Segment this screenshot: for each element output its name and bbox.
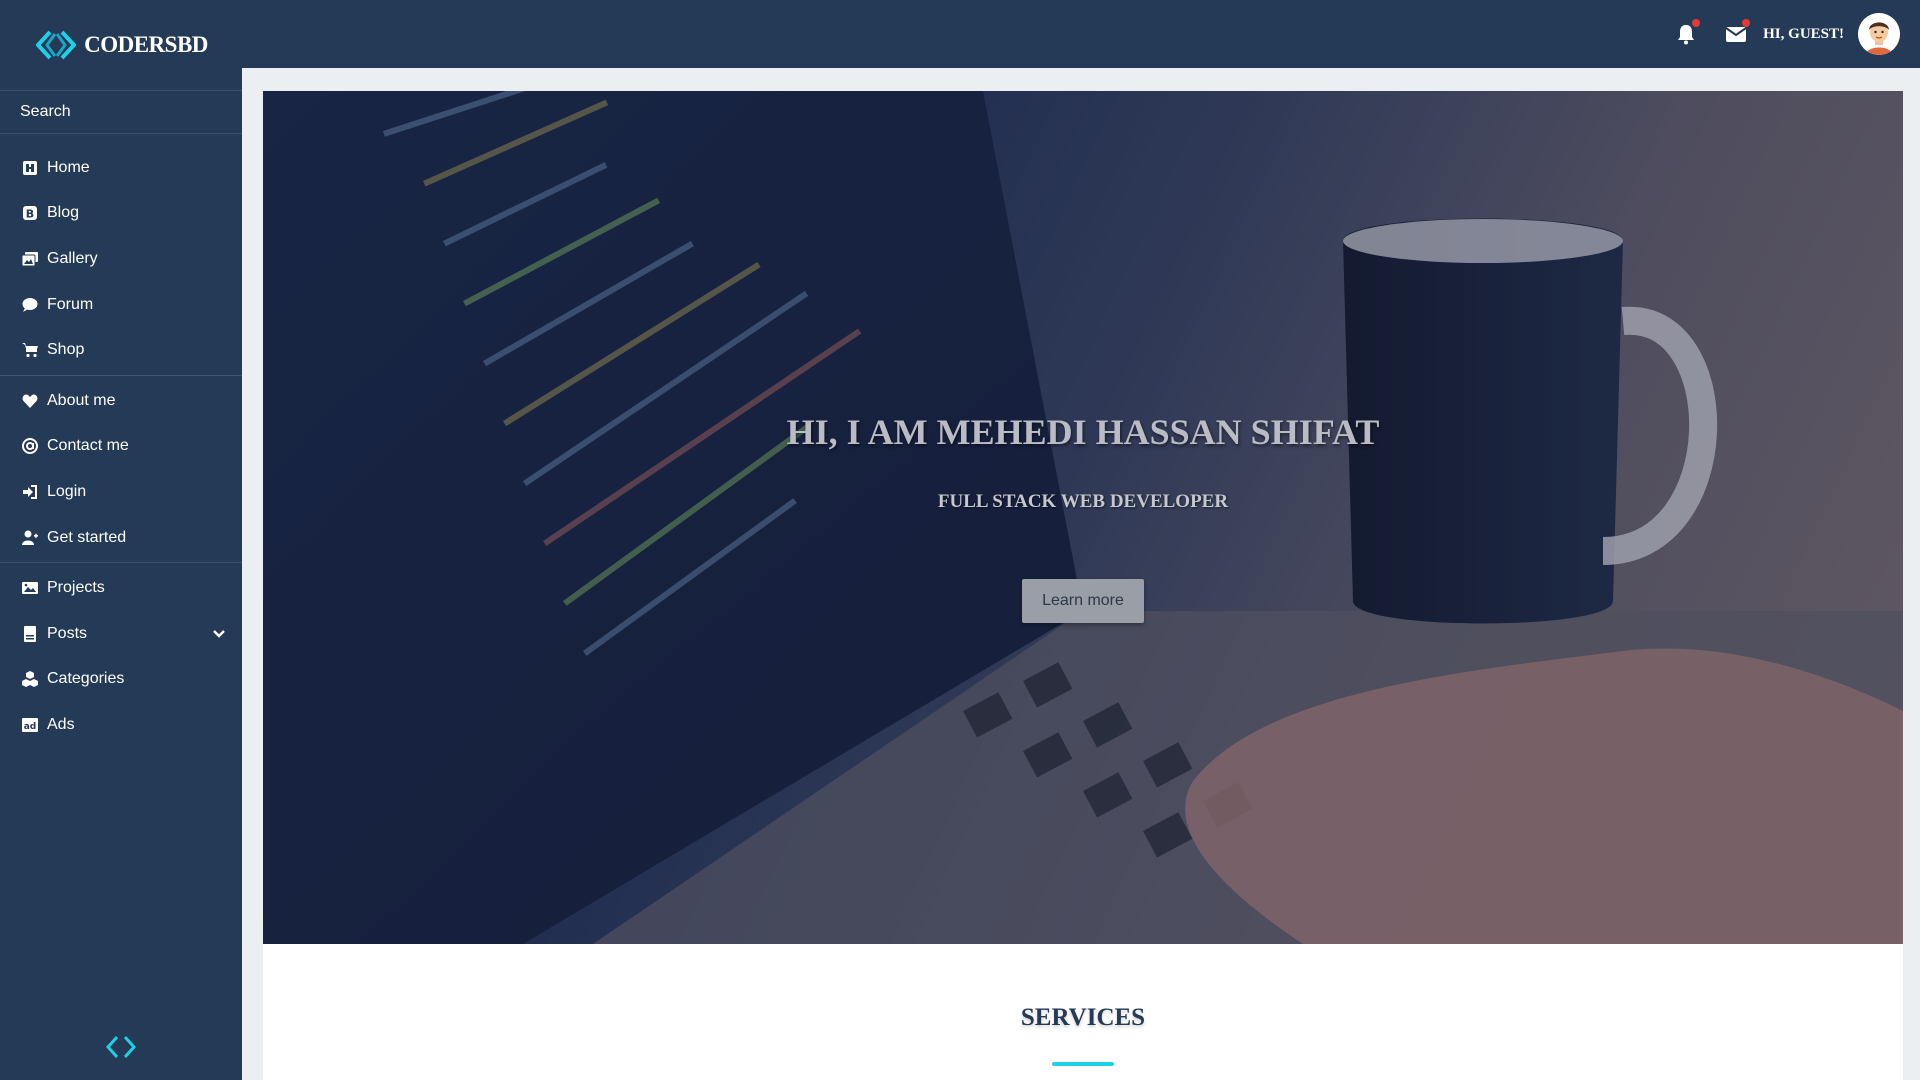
shop-cart-icon [20,341,40,359]
svg-text:B: B [26,208,34,221]
brand-name: CODERSBD [84,32,208,57]
hero-subtitle: FULL STACK WEB DEVELOPER [937,491,1229,512]
ad-icon: ad [20,716,40,734]
sidebar-item-label: Home [47,158,90,176]
hero-overlay [263,91,1903,944]
blog-icon: B [20,204,40,222]
avatar[interactable] [1858,13,1900,55]
sidebar-item-label: Login [47,482,87,500]
sidebar-item-label: Get started [47,528,127,546]
sidebar-item-get-started[interactable]: Get started [0,515,242,561]
menu-group-admin: Projects Posts Categories ad Ads [0,563,242,749]
sidebar: CODERSBD Search Home B Blog Gallery Foru… [0,0,242,1080]
sidebar-item-posts[interactable]: Posts [0,611,242,657]
sidebar-item-label: Shop [47,341,85,359]
sidebar-item-about[interactable]: About me [0,378,242,424]
sidebar-item-home[interactable]: Home [0,145,242,191]
user-avatar-icon [1858,13,1900,55]
search-link[interactable]: Search [0,91,242,134]
sidebar-item-label: Categories [47,670,125,688]
brand[interactable]: CODERSBD [0,0,242,91]
sidebar-item-forum[interactable]: Forum [0,282,242,328]
home-icon [20,159,40,177]
sidebar-item-projects[interactable]: Projects [0,565,242,611]
gallery-icon [20,250,40,268]
user-greeting: HI, GUEST! [1763,25,1844,42]
sidebar-item-ads[interactable]: ad Ads [0,702,242,748]
sidebar-item-label: Ads [47,715,75,733]
top-bar-actions: HI, GUEST! [1675,0,1900,68]
sidebar-item-label: Gallery [47,249,98,267]
forum-icon [20,296,40,314]
sidebar-item-blog[interactable]: B Blog [0,191,242,237]
learn-more-button[interactable]: Learn more [1022,579,1144,623]
heart-icon [20,392,40,410]
sidebar-item-label: Blog [47,204,80,222]
sidebar-item-contact[interactable]: Contact me [0,424,242,470]
message-badge [1742,19,1751,27]
notification-badge [1692,19,1701,27]
sidebar-item-shop[interactable]: Shop [0,327,242,373]
sidebar-item-label: Posts [47,624,88,642]
code-brackets-logo-icon [36,30,77,60]
top-bar: HI, GUEST! [242,0,1920,68]
sidebar-item-label: About me [47,391,116,409]
menu-group-personal: About me Contact me Login Get started [0,376,242,564]
menu-group-main: Home B Blog Gallery Forum Shop [0,143,242,376]
sidebar-item-gallery[interactable]: Gallery [0,236,242,282]
sidebar-menu: Home B Blog Gallery Forum Shop About me … [0,134,242,750]
services-heading: SERVICES [1020,1004,1146,1031]
at-sign-icon [20,437,40,455]
services-section: SERVICES [263,944,1903,1080]
sidebar-item-label: Contact me [47,437,129,455]
cubes-icon [20,670,40,688]
login-icon [20,483,40,501]
image-icon [20,579,40,597]
sidebar-footer-logo[interactable] [0,1034,242,1060]
heading-underline [1052,1062,1114,1066]
chevron-down-icon [213,629,225,638]
sidebar-item-label: Forum [47,295,94,313]
notifications-button[interactable] [1675,19,1701,45]
document-icon [20,625,40,643]
user-plus-icon [20,529,40,547]
sidebar-item-label: Projects [47,579,105,597]
code-brackets-icon [105,1035,137,1059]
svg-text:ad: ad [24,722,37,732]
messages-button[interactable] [1725,19,1751,45]
sidebar-item-categories[interactable]: Categories [0,657,242,703]
hero-title: HI, I AM MEHEDI HASSAN SHIFAT [786,412,1380,452]
sidebar-item-login[interactable]: Login [0,469,242,515]
hero-banner: HI, I AM MEHEDI HASSAN SHIFAT FULL STACK… [263,91,1903,944]
